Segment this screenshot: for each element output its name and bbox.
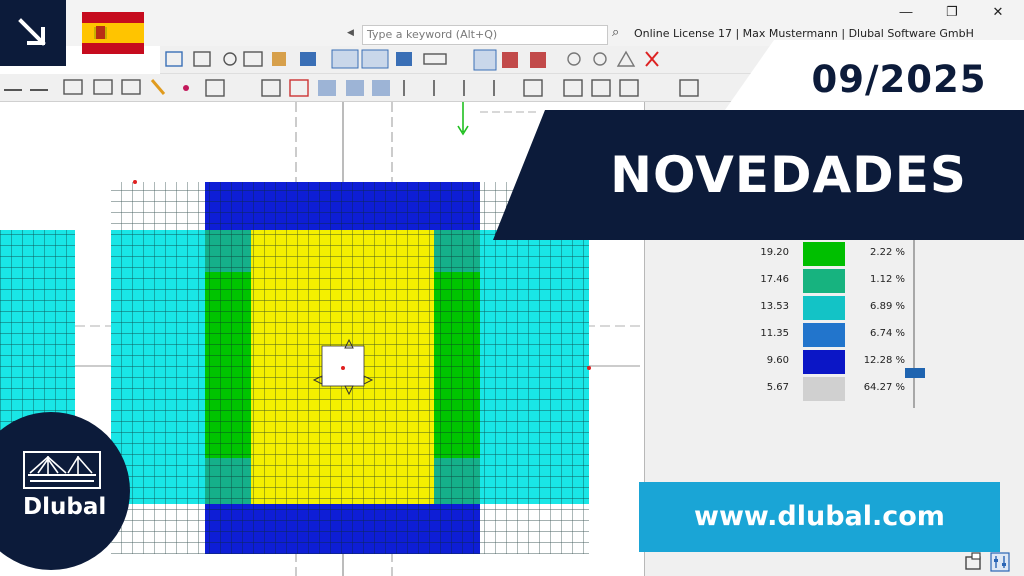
- legend-swatch: [803, 350, 845, 374]
- restore-icon[interactable]: ❐: [930, 0, 974, 24]
- tb-icon-12: [502, 52, 518, 68]
- corner-badge: [0, 0, 66, 66]
- title-bar: ◀ Type a keyword (Alt+Q) ⌕ Online Licens…: [0, 0, 1024, 46]
- panel-settings-icon[interactable]: [990, 552, 1010, 572]
- tb2-icon-4: [93, 79, 113, 95]
- legend-row: 11.35 6.74 %: [645, 323, 1024, 347]
- legend-percent: 2.22 %: [870, 247, 905, 258]
- tb-icon-9: [396, 52, 412, 66]
- tb-icon-1: [165, 51, 183, 67]
- toolbar-bottom-buttons[interactable]: [4, 79, 699, 97]
- tb-icon-8: [361, 49, 389, 69]
- tb-icon-6: [300, 52, 316, 66]
- legend-slider-handle[interactable]: [905, 368, 925, 378]
- url-banner[interactable]: www.dlubal.com: [639, 482, 1000, 552]
- tb-icon-16: [616, 50, 636, 67]
- tb2-icon-7: [183, 85, 189, 91]
- legend-value: 11.35: [760, 328, 789, 339]
- tb-icon-15: [593, 52, 607, 66]
- legend-swatch: [803, 377, 845, 401]
- legend-percent: 6.74 %: [870, 328, 905, 339]
- legend-value: 9.60: [766, 355, 789, 366]
- tb2-icon-18: [523, 79, 543, 97]
- website-link[interactable]: www.dlubal.com: [639, 482, 1000, 552]
- dlubal-logo-text: Dlubal: [23, 494, 107, 520]
- legend-percent: 64.27 %: [863, 382, 905, 393]
- legend-percent: 1.12 %: [870, 274, 905, 285]
- tb-icon-14: [567, 52, 581, 66]
- panel-options-icon[interactable]: [964, 552, 984, 572]
- legend-row: 17.46 1.12 %: [645, 269, 1024, 293]
- toolbar-top-buttons[interactable]: [165, 49, 659, 71]
- tb-icon-10: [423, 53, 447, 65]
- flag-spain-icon: [82, 12, 144, 54]
- tb2-icon-5: [121, 79, 141, 95]
- close-red-icon: [645, 51, 659, 67]
- node-dot-3: [587, 366, 591, 370]
- arrow-down-right-icon: [18, 18, 46, 46]
- legend-swatch: [803, 242, 845, 266]
- tb-icon-4: [243, 51, 263, 67]
- tb2-icon-8: [205, 79, 225, 97]
- tb-icon-11: [473, 49, 497, 71]
- tb2-icon-19: [563, 79, 583, 97]
- tb2-icon-10: [289, 79, 309, 97]
- legend-percent: 6.89 %: [870, 301, 905, 312]
- legend-value: 19.20: [760, 247, 789, 258]
- legend-value: 17.46: [760, 274, 789, 285]
- tb-icon-13: [530, 52, 546, 68]
- axis-arrow: [457, 102, 469, 136]
- tb-icon-2: [193, 51, 211, 67]
- tb2-icon-22: [679, 79, 699, 97]
- legend-row: 9.60 12.28 %: [645, 350, 1024, 374]
- dlubal-logo-icon: [23, 451, 101, 489]
- legend-slider-track[interactable]: [913, 230, 915, 408]
- node-dot-2: [341, 366, 345, 370]
- tb-icon-5: [272, 52, 286, 66]
- legend-row: 13.53 6.89 %: [645, 296, 1024, 320]
- legend-swatch: [803, 323, 845, 347]
- caret-left-icon[interactable]: ◀: [347, 27, 354, 38]
- legend-row: 5.67 64.27 %: [645, 377, 1024, 401]
- legend-swatch: [803, 269, 845, 293]
- tb2-icon-21: [619, 79, 639, 97]
- node-dot-1: [133, 180, 137, 184]
- tb2-icon-6: [150, 79, 166, 95]
- license-info: Online License 17 | Max Mustermann | Dlu…: [634, 27, 974, 40]
- tb-icon-3: [223, 52, 237, 66]
- tb2-icon-13: [372, 80, 390, 96]
- minimize-icon[interactable]: —: [884, 0, 928, 24]
- legend-percent: 12.28 %: [863, 355, 905, 366]
- legend-swatch: [803, 296, 845, 320]
- legend-value: 5.67: [766, 382, 789, 393]
- tb-icon-7: [331, 49, 359, 69]
- close-icon[interactable]: ✕: [976, 0, 1020, 24]
- search-icon[interactable]: ⌕: [612, 24, 619, 40]
- tb2-icon-20: [591, 79, 611, 97]
- tb2-icon-9: [261, 79, 281, 97]
- tb2-icon-3: [63, 79, 83, 95]
- banner-title: NOVEDADES: [610, 146, 967, 204]
- legend-row: 19.20 2.22 %: [645, 242, 1024, 266]
- search-input[interactable]: Type a keyword (Alt+Q): [362, 25, 608, 45]
- legend-value: 13.53: [760, 301, 789, 312]
- tb2-icon-11: [318, 80, 336, 96]
- release-date: 09/2025: [811, 58, 987, 101]
- tb2-icon-12: [346, 80, 364, 96]
- title-banner: NOVEDADES: [493, 110, 1024, 240]
